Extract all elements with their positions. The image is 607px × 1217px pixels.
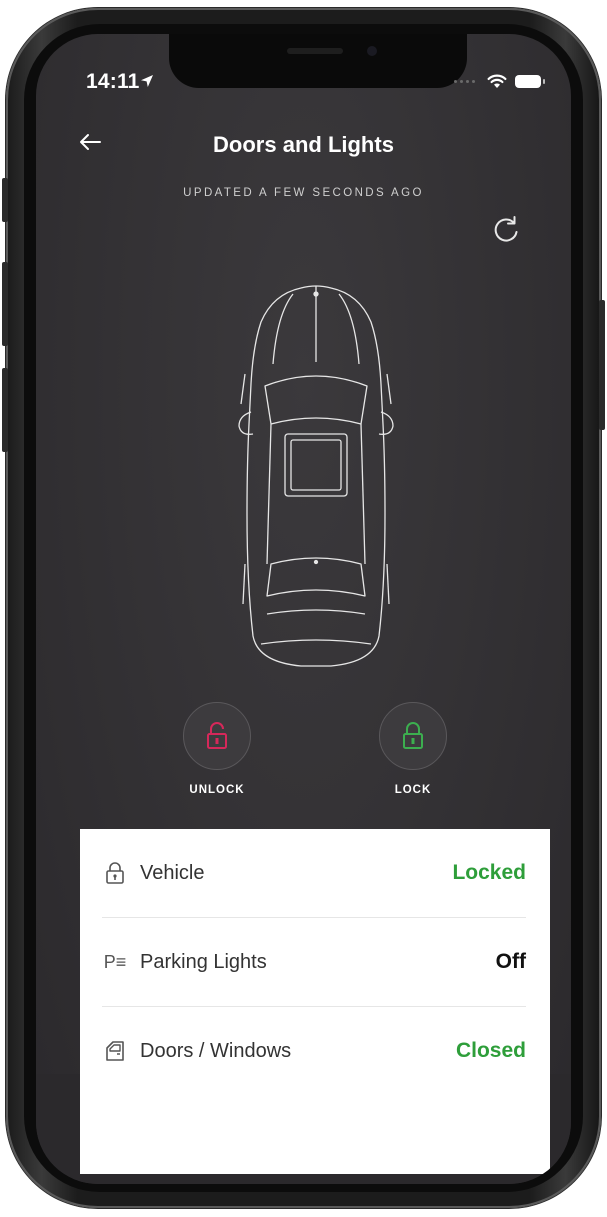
unlock-label: UNLOCK — [189, 784, 245, 796]
unlock-circle[interactable] — [183, 702, 251, 770]
last-updated-text: UPDATED A FEW SECONDS AGO — [183, 187, 424, 199]
lock-circle[interactable] — [379, 702, 447, 770]
volume-down-button — [2, 368, 8, 452]
location-arrow-icon — [141, 75, 153, 87]
parking-lights-row: P≡ Parking Lights Off — [102, 918, 526, 1007]
wifi-icon — [487, 74, 507, 88]
parking-lights-icon: P≡ — [103, 951, 127, 972]
unlocked-padlock-icon — [207, 722, 227, 749]
doors-windows-label: Doors / Windows — [140, 1039, 292, 1062]
earpiece-speaker — [287, 48, 343, 54]
lock-button[interactable]: LOCK — [363, 702, 463, 796]
front-camera — [367, 46, 377, 56]
vehicle-status-panel: Vehicle Locked P≡ Parking Lights Off Doo… — [80, 829, 550, 1174]
status-time: 14:11 — [86, 70, 140, 93]
cellular-signal-icon — [454, 80, 475, 83]
page-title: Doors and Lights — [213, 132, 394, 157]
notch — [169, 34, 467, 88]
lock-icon — [102, 860, 128, 886]
device-mockup: 14:11 Doors and Lights UPDATED A FEW SEC… — [0, 0, 607, 1217]
refresh-icon[interactable] — [488, 212, 524, 248]
lock-label: LOCK — [394, 784, 432, 796]
volume-up-button — [2, 262, 8, 346]
parking-lights-value: Off — [495, 950, 526, 973]
unlock-button[interactable]: UNLOCK — [167, 702, 267, 796]
locked-padlock-icon — [403, 722, 423, 749]
door-icon — [102, 1038, 128, 1064]
power-button — [599, 300, 605, 430]
status-icons — [454, 74, 545, 89]
home-indicator[interactable] — [224, 1158, 410, 1164]
silent-switch — [2, 178, 8, 222]
app-screen: 14:11 Doors and Lights UPDATED A FEW SEC… — [36, 34, 571, 1184]
doors-windows-row: Doors / Windows Closed — [102, 1007, 526, 1095]
vehicle-status-value: Locked — [452, 861, 526, 884]
doors-windows-value: Closed — [455, 1039, 526, 1062]
parking-lights-label: Parking Lights — [140, 950, 267, 973]
car-top-view-illustration — [238, 285, 394, 667]
vehicle-lock-row: Vehicle Locked — [102, 829, 526, 918]
battery-icon — [515, 75, 545, 88]
vehicle-label: Vehicle — [140, 861, 205, 884]
